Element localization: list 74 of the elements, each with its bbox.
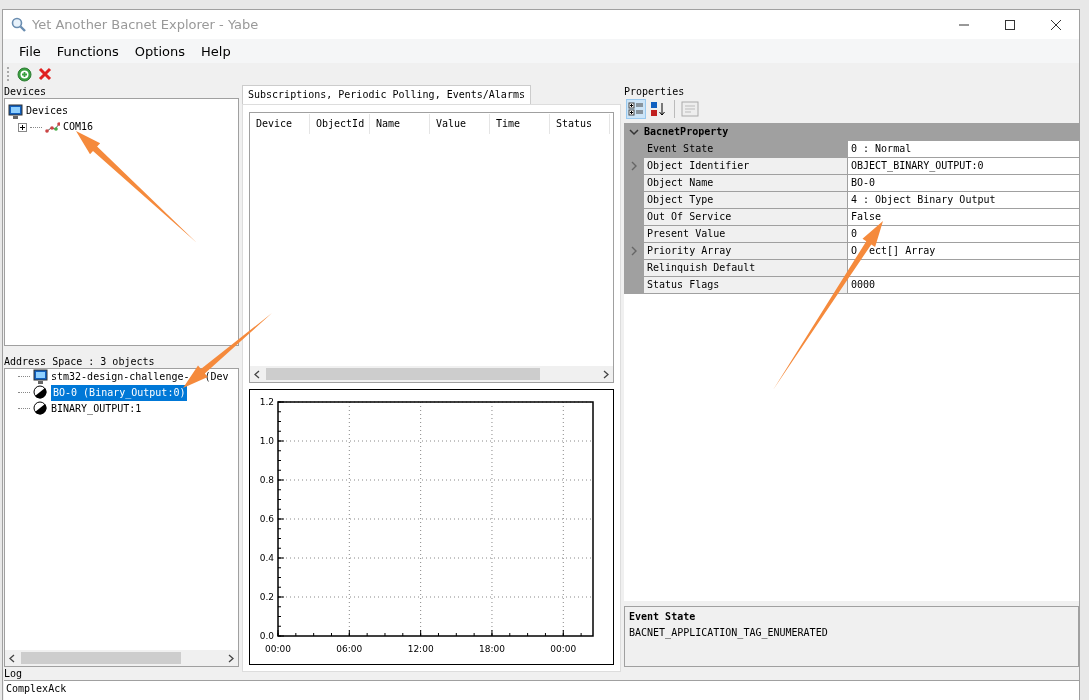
- column-header[interactable]: Status: [550, 114, 610, 134]
- property-value[interactable]: False: [851, 210, 882, 222]
- half-circle-icon: [33, 401, 48, 417]
- tick-label: 00:00: [550, 644, 577, 654]
- property-value[interactable]: O: [851, 244, 858, 256]
- tick-label: 0.0: [259, 631, 274, 641]
- tree-item[interactable]: stm32-design-challenge-: [51, 368, 190, 385]
- column-header[interactable]: Device: [250, 114, 310, 134]
- menu-item[interactable]: Help: [193, 43, 239, 59]
- expand-icon[interactable]: [18, 122, 27, 132]
- tree-connector: [18, 408, 30, 410]
- column-header[interactable]: ObjectId: [310, 114, 370, 134]
- menu-item[interactable]: Options: [126, 43, 193, 59]
- tick-label: 00:00: [265, 644, 291, 654]
- chevron-down-icon[interactable]: [629, 128, 639, 136]
- computer-icon: [8, 103, 23, 119]
- toolbar-grip: [7, 67, 11, 81]
- scroll-right-icon[interactable]: [228, 653, 234, 663]
- tree-item[interactable]: (Dev: [204, 368, 229, 385]
- tree-item[interactable]: Devices: [26, 103, 69, 119]
- horizontal-scrollbar[interactable]: [5, 650, 238, 666]
- half-circle-icon: [33, 385, 48, 401]
- tick-label: 1.2: [259, 397, 274, 407]
- tick-label: 0.2: [259, 592, 274, 602]
- property-value[interactable]: ect[] Array: [869, 244, 936, 256]
- window-title: Yet Another Bacnet Explorer - Yabe: [32, 17, 260, 32]
- column-header[interactable]: Value: [430, 114, 490, 134]
- panel-label: Properties: [624, 85, 686, 98]
- panel-label: Devices: [4, 85, 48, 98]
- tree-connector: [30, 126, 42, 128]
- tab[interactable]: Subscriptions, Periodic Polling, Events/Alarms: [242, 85, 531, 104]
- categorized-button[interactable]: [626, 98, 646, 119]
- tick-label: 12:00: [407, 644, 434, 654]
- scrollbar-thumb[interactable]: [21, 652, 181, 664]
- delete-icon[interactable]: [38, 67, 52, 81]
- close-icon[interactable]: [1050, 19, 1062, 30]
- add-icon[interactable]: [17, 66, 32, 82]
- tree-connector: [18, 376, 30, 378]
- description-text: BACNET_APPLICATION_TAG_ENUMERATED: [629, 625, 829, 641]
- computer-icon: [33, 369, 48, 385]
- search-icon: [11, 17, 26, 32]
- scroll-right-icon[interactable]: [603, 369, 609, 379]
- menu-item[interactable]: File: [11, 43, 49, 59]
- tick-label: 0.6: [259, 514, 274, 524]
- scroll-left-icon[interactable]: [9, 653, 15, 663]
- property-value[interactable]: OBJECT_BINARY_OUTPUT:0: [851, 159, 984, 171]
- tick-label: 0.8: [259, 475, 274, 485]
- tick-label: 0.4: [259, 553, 274, 563]
- scroll-left-icon[interactable]: [254, 369, 260, 379]
- property-value[interactable]: 4 : Object Binary Output: [851, 193, 996, 205]
- property-value[interactable]: BO-0: [851, 176, 876, 188]
- tick-label: 06:00: [336, 644, 363, 654]
- log-line: ComplexAck: [6, 682, 68, 696]
- category-label: BacnetProperty: [644, 125, 729, 140]
- menu-item[interactable]: Functions: [48, 43, 127, 59]
- tick-label: 1.0: [259, 436, 274, 446]
- column-header[interactable]: Name: [370, 114, 430, 134]
- tree-item[interactable]: BINARY_OUTPUT:1: [51, 400, 142, 417]
- panel-label: Address Space : 3 objects: [4, 354, 156, 368]
- panel-label: Log: [4, 667, 24, 680]
- tree-item[interactable]: BO-0 (Binary_Output:0): [51, 384, 188, 401]
- property-value[interactable]: 0: [851, 227, 858, 239]
- maximize-icon[interactable]: [1004, 19, 1016, 30]
- property-value[interactable]: 0 : Normal: [851, 142, 912, 154]
- tree-connector: [18, 392, 30, 394]
- horizontal-scrollbar[interactable]: [250, 366, 613, 382]
- tick-label: 18:00: [479, 644, 505, 654]
- column-header[interactable]: Time: [490, 114, 550, 134]
- tree-item[interactable]: COM16: [63, 119, 94, 135]
- category-row[interactable]: BacnetProperty: [624, 123, 1079, 141]
- property-value[interactable]: 0000: [851, 278, 876, 290]
- scrollbar-thumb[interactable]: [266, 368, 540, 380]
- description-title: Event State: [629, 609, 697, 624]
- network-icon: [45, 119, 60, 135]
